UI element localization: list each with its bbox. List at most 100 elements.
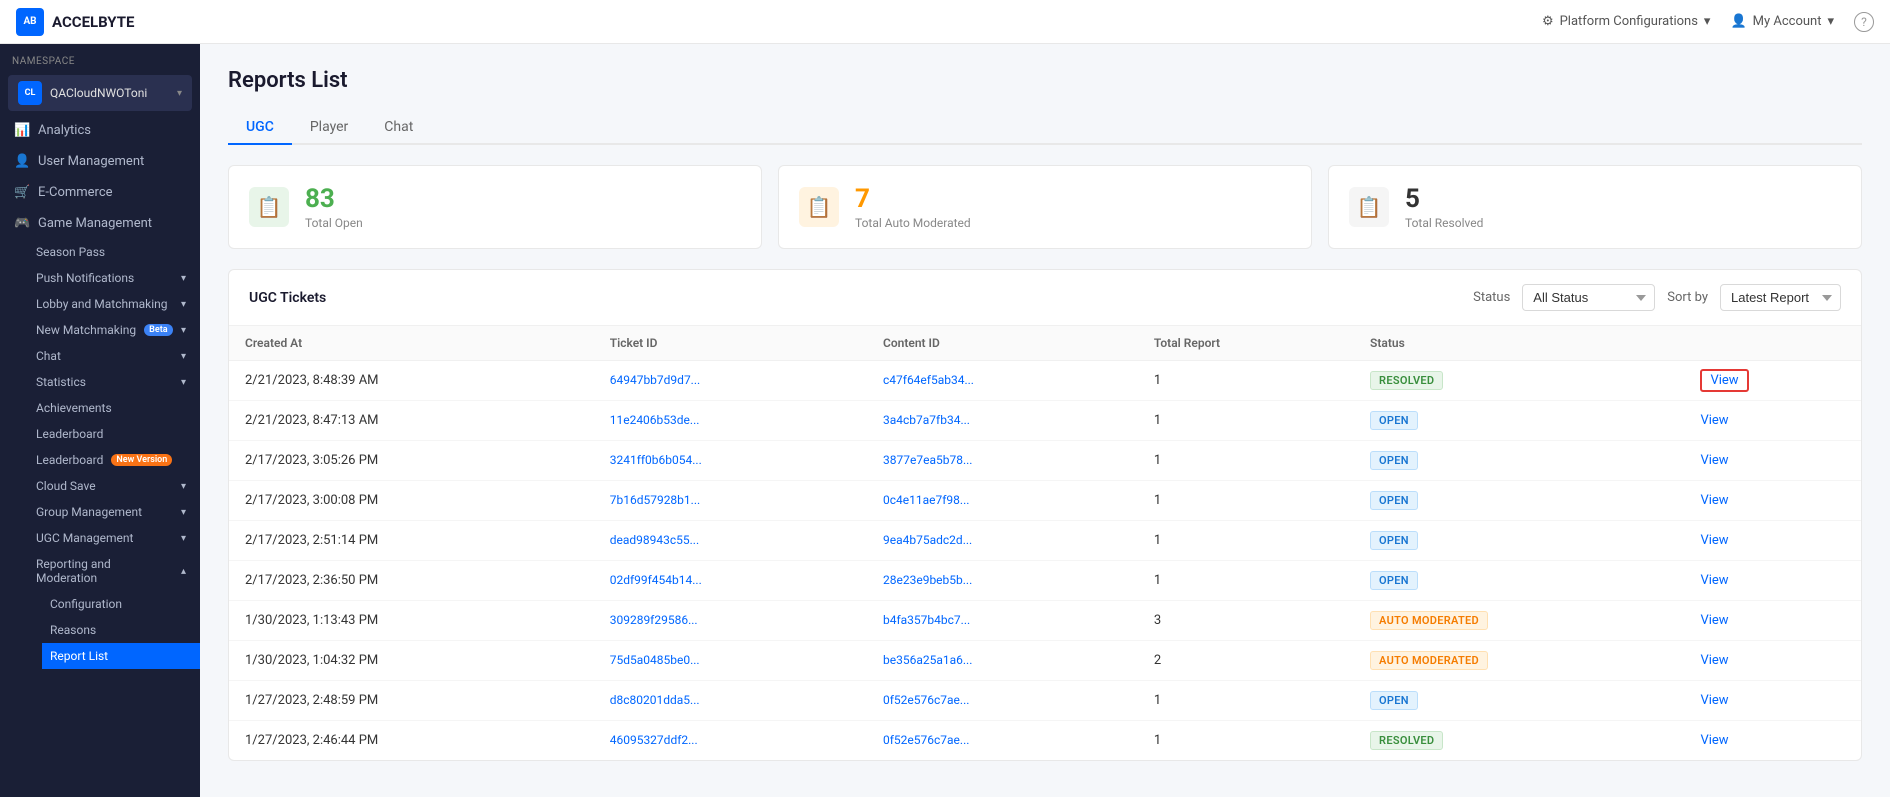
cell-total-report: 1 <box>1138 561 1354 601</box>
namespace-selector[interactable]: CL QACloudNWOToni ▾ <box>8 75 192 111</box>
ecommerce-icon: 🛒 <box>14 185 30 200</box>
cell-content-id: 0f52e576c7ae... <box>867 681 1138 721</box>
sidebar-item-leaderboard-new[interactable]: Leaderboard New Version <box>28 447 200 473</box>
view-link[interactable]: View <box>1700 453 1728 468</box>
cell-status: OPEN <box>1354 401 1684 441</box>
view-link[interactable]: View <box>1700 573 1728 588</box>
sidebar-item-lobby-matchmaking[interactable]: Lobby and Matchmaking ▾ <box>28 291 200 317</box>
table-header: UGC Tickets Status All Status Open Resol… <box>229 270 1861 326</box>
table-body: 2/21/2023, 8:48:39 AM 64947bb7d9d7... c4… <box>229 361 1861 761</box>
sidebar-item-new-matchmaking[interactable]: New Matchmaking Beta ▾ <box>28 317 200 343</box>
table-row: 2/17/2023, 2:51:14 PM dead98943c55... 9e… <box>229 521 1861 561</box>
open-stat-icon: 📋 <box>249 187 289 227</box>
table-row: 2/17/2023, 3:00:08 PM 7b16d57928b1... 0c… <box>229 481 1861 521</box>
namespace-label: NAMESPACE <box>0 44 200 71</box>
sidebar-item-achievements[interactable]: Achievements <box>28 395 200 421</box>
cell-content-id: 0c4e11ae7f98... <box>867 481 1138 521</box>
sidebar-item-ugc-management[interactable]: UGC Management ▾ <box>28 525 200 551</box>
cell-total-report: 1 <box>1138 681 1354 721</box>
tab-ugc[interactable]: UGC <box>228 111 292 145</box>
sidebar-item-reporting-moderation[interactable]: Reporting and Moderation ▴ <box>28 551 200 591</box>
sidebar-item-label: Cloud Save <box>36 479 96 493</box>
sidebar-item-ecommerce[interactable]: 🛒 E-Commerce <box>0 177 200 208</box>
view-link[interactable]: View <box>1700 613 1728 628</box>
cell-status: OPEN <box>1354 521 1684 561</box>
view-link[interactable]: View <box>1700 653 1728 668</box>
sidebar-item-group-management[interactable]: Group Management ▾ <box>28 499 200 525</box>
my-account-button[interactable]: 👤 My Account ▾ <box>1730 14 1834 29</box>
cell-content-id: be356a25a1a6... <box>867 641 1138 681</box>
view-link[interactable]: View <box>1700 413 1728 428</box>
sidebar-item-user-management[interactable]: 👤 User Management <box>0 146 200 177</box>
sidebar-item-label: UGC Management <box>36 531 133 545</box>
tab-player[interactable]: Player <box>292 111 366 145</box>
cell-total-report: 1 <box>1138 361 1354 401</box>
view-link[interactable]: View <box>1700 733 1728 748</box>
cell-action: View <box>1684 721 1861 761</box>
status-filter-select[interactable]: All Status Open Resolved Auto Moderated <box>1522 284 1655 311</box>
view-link[interactable]: View <box>1700 493 1728 508</box>
chevron-icon: ▾ <box>181 533 186 544</box>
cell-total-report: 1 <box>1138 441 1354 481</box>
sidebar-item-statistics[interactable]: Statistics ▾ <box>28 369 200 395</box>
resolved-stat-icon: 📋 <box>1349 187 1389 227</box>
topbar-right: ⚙ Platform Configurations ▾ 👤 My Account… <box>1542 12 1874 32</box>
sort-by-select[interactable]: Latest Report Oldest Report <box>1720 284 1841 311</box>
cell-status: OPEN <box>1354 441 1684 481</box>
help-button[interactable]: ? <box>1854 12 1874 32</box>
sidebar-item-label: Achievements <box>36 401 112 415</box>
stat-card-auto-moderated: 📋 7 Total Auto Moderated <box>778 165 1312 249</box>
logo: AB ACCELBYTE <box>16 8 134 36</box>
cell-created-at: 2/21/2023, 8:47:13 AM <box>229 401 594 441</box>
cell-content-id: 9ea4b75adc2d... <box>867 521 1138 561</box>
platform-config-label: Platform Configurations <box>1560 14 1698 29</box>
cell-status: AUTO MODERATED <box>1354 641 1684 681</box>
my-account-label: My Account <box>1753 14 1822 29</box>
sidebar-item-push-notifications[interactable]: Push Notifications ▾ <box>28 265 200 291</box>
stat-card-resolved: 📋 5 Total Resolved <box>1328 165 1862 249</box>
cell-total-report: 2 <box>1138 641 1354 681</box>
col-created-at: Created At <box>229 326 594 361</box>
view-link[interactable]: View <box>1700 369 1748 392</box>
sidebar-item-analytics[interactable]: 📊 Analytics <box>0 115 200 146</box>
cell-total-report: 1 <box>1138 401 1354 441</box>
sidebar-item-leaderboard[interactable]: Leaderboard <box>28 421 200 447</box>
sidebar-item-label: Statistics <box>36 375 86 389</box>
sidebar-item-chat[interactable]: Chat ▾ <box>28 343 200 369</box>
sidebar-item-label: Reporting and Moderation <box>36 557 173 585</box>
resolved-stat-label: Total Resolved <box>1405 216 1483 230</box>
sidebar-item-game-management[interactable]: 🎮 Game Management <box>0 208 200 239</box>
col-content-id: Content ID <box>867 326 1138 361</box>
cell-total-report: 1 <box>1138 721 1354 761</box>
tab-chat[interactable]: Chat <box>366 111 431 145</box>
sidebar-item-report-list[interactable]: Report List <box>42 643 200 669</box>
user-icon: 👤 <box>1730 14 1746 29</box>
cell-content-id: c47f64ef5ab34... <box>867 361 1138 401</box>
sidebar-item-configuration[interactable]: Configuration <box>42 591 200 617</box>
view-link[interactable]: View <box>1700 693 1728 708</box>
topbar: AB ACCELBYTE ⚙ Platform Configurations ▾… <box>0 0 1890 44</box>
cell-action: View <box>1684 481 1861 521</box>
cell-content-id: 0f52e576c7ae... <box>867 721 1138 761</box>
cell-created-at: 2/21/2023, 8:48:39 AM <box>229 361 594 401</box>
platform-config-button[interactable]: ⚙ Platform Configurations ▾ <box>1542 14 1711 29</box>
cell-created-at: 2/17/2023, 3:05:26 PM <box>229 441 594 481</box>
gear-icon: ⚙ <box>1542 14 1554 29</box>
sidebar-item-label: Leaderboard <box>36 453 103 467</box>
col-total-report: Total Report <box>1138 326 1354 361</box>
sidebar-item-label: Lobby and Matchmaking <box>36 297 168 311</box>
sort-by-label: Sort by <box>1667 290 1708 305</box>
auto-mod-stat-icon: 📋 <box>799 187 839 227</box>
sidebar-item-cloud-save[interactable]: Cloud Save ▾ <box>28 473 200 499</box>
view-link[interactable]: View <box>1700 533 1728 548</box>
table-header-row: Created At Ticket ID Content ID Total Re… <box>229 326 1861 361</box>
table-row: 1/27/2023, 2:48:59 PM d8c80201dda5... 0f… <box>229 681 1861 721</box>
sidebar-item-reasons[interactable]: Reasons <box>42 617 200 643</box>
cell-status: OPEN <box>1354 681 1684 721</box>
namespace-avatar: CL <box>18 81 42 105</box>
analytics-icon: 📊 <box>14 123 30 138</box>
beta-badge: Beta <box>144 324 172 336</box>
cell-created-at: 1/27/2023, 2:48:59 PM <box>229 681 594 721</box>
cell-created-at: 1/30/2023, 1:13:43 PM <box>229 601 594 641</box>
sidebar-item-season-pass[interactable]: Season Pass <box>28 239 200 265</box>
